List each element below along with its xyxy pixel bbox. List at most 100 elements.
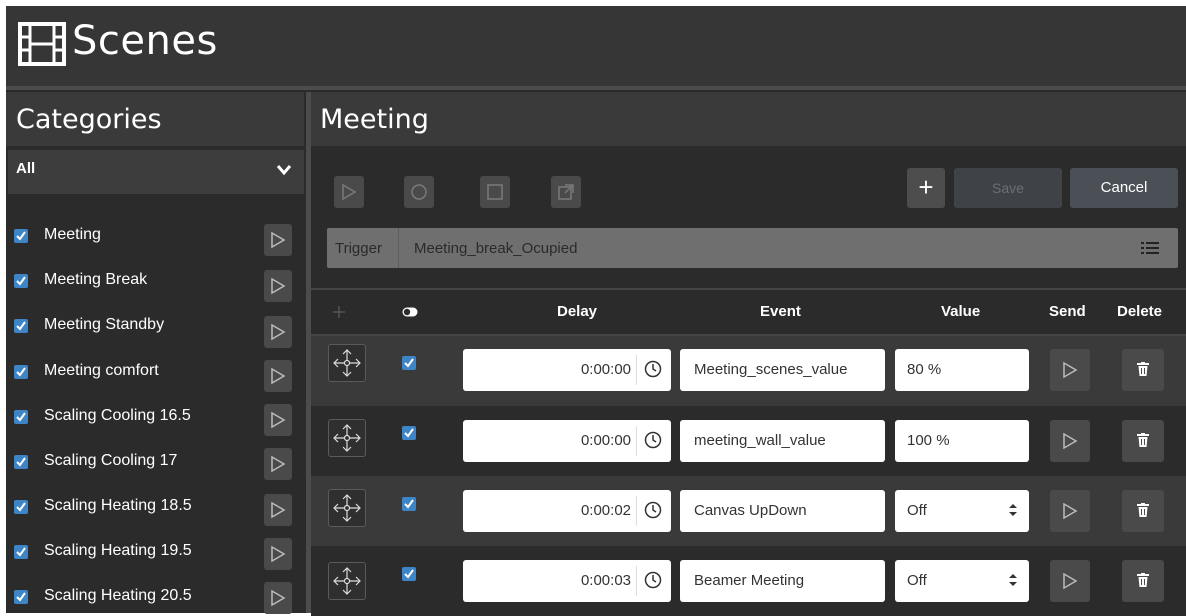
list-icon[interactable] bbox=[1140, 240, 1160, 256]
stop-button[interactable] bbox=[480, 176, 510, 208]
delay-divider bbox=[636, 426, 637, 456]
move-arrows-icon bbox=[333, 494, 361, 522]
category-play-button[interactable] bbox=[264, 538, 292, 570]
event-value: Canvas UpDown bbox=[694, 502, 807, 519]
table-row: 0:00:00 Meeting_scenes_value 80 % bbox=[311, 336, 1186, 406]
play-icon bbox=[1063, 432, 1078, 450]
row-enabled-checkbox[interactable] bbox=[402, 497, 416, 511]
category-play-button[interactable] bbox=[264, 448, 292, 480]
category-play-button[interactable] bbox=[264, 582, 292, 614]
category-checkbox[interactable] bbox=[14, 545, 28, 559]
send-button[interactable] bbox=[1050, 560, 1090, 602]
category-item[interactable]: Meeting Break bbox=[14, 268, 304, 296]
delay-input[interactable]: 0:00:00 bbox=[463, 420, 671, 462]
delete-button[interactable] bbox=[1122, 420, 1164, 462]
category-label: Meeting bbox=[44, 226, 101, 243]
event-input[interactable]: Meeting_scenes_value bbox=[680, 349, 885, 391]
category-play-button[interactable] bbox=[264, 224, 292, 256]
category-checkbox[interactable] bbox=[14, 455, 28, 469]
row-enabled-checkbox[interactable] bbox=[402, 356, 416, 370]
row-enabled-checkbox[interactable] bbox=[402, 426, 416, 440]
category-label: Scaling Cooling 17 bbox=[44, 452, 178, 469]
record-button[interactable] bbox=[404, 176, 434, 208]
category-item[interactable]: Meeting Standby bbox=[14, 313, 304, 341]
play-scene-button[interactable] bbox=[334, 176, 364, 208]
header-delete: Delete bbox=[1117, 303, 1163, 320]
category-checkbox[interactable] bbox=[14, 410, 28, 424]
category-filter-select[interactable] bbox=[8, 150, 304, 194]
header-event: Event bbox=[760, 303, 801, 320]
cancel-button[interactable]: Cancel bbox=[1070, 168, 1178, 208]
drag-handle[interactable] bbox=[328, 489, 366, 527]
trash-icon bbox=[1137, 433, 1149, 447]
value-input[interactable]: 80 % bbox=[895, 349, 1029, 391]
category-play-button[interactable] bbox=[264, 494, 292, 526]
header-value: Value bbox=[941, 303, 981, 320]
category-play-button[interactable] bbox=[264, 404, 292, 436]
category-label: Meeting comfort bbox=[44, 362, 159, 379]
send-button[interactable] bbox=[1050, 420, 1090, 462]
category-checkbox[interactable] bbox=[14, 229, 28, 243]
category-item[interactable]: Scaling Heating 18.5 bbox=[14, 494, 304, 522]
category-play-button[interactable] bbox=[264, 316, 292, 348]
category-item[interactable]: Meeting bbox=[14, 223, 304, 251]
record-icon bbox=[411, 184, 427, 200]
category-checkbox[interactable] bbox=[14, 500, 28, 514]
value-input[interactable]: 100 % bbox=[895, 420, 1029, 462]
drag-handle[interactable] bbox=[328, 419, 366, 457]
delay-divider bbox=[636, 355, 637, 385]
play-icon bbox=[1063, 361, 1078, 379]
clock-icon[interactable] bbox=[643, 359, 663, 379]
category-checkbox[interactable] bbox=[14, 319, 28, 333]
delay-value: 0:00:03 bbox=[580, 572, 631, 589]
clock-icon[interactable] bbox=[643, 570, 663, 590]
move-arrows-icon bbox=[333, 349, 361, 377]
stop-icon bbox=[487, 184, 503, 200]
category-checkbox[interactable] bbox=[14, 365, 28, 379]
clock-icon[interactable] bbox=[643, 500, 663, 520]
save-button[interactable]: Save bbox=[954, 168, 1062, 208]
event-input[interactable]: Beamer Meeting bbox=[680, 560, 885, 602]
category-item[interactable]: Scaling Cooling 16.5 bbox=[14, 404, 304, 432]
delay-value: 0:00:00 bbox=[580, 361, 631, 378]
delete-button[interactable] bbox=[1122, 349, 1164, 391]
clock-icon[interactable] bbox=[643, 430, 663, 450]
delay-input[interactable]: 0:00:03 bbox=[463, 560, 671, 602]
category-item[interactable]: Scaling Heating 20.5 bbox=[14, 584, 304, 612]
delete-button[interactable] bbox=[1122, 560, 1164, 602]
move-icon bbox=[333, 306, 345, 318]
category-item[interactable]: Meeting comfort bbox=[14, 359, 304, 387]
play-icon bbox=[1063, 502, 1078, 520]
drag-handle[interactable] bbox=[328, 562, 366, 600]
table-row: 0:00:03 Beamer Meeting Off bbox=[311, 546, 1186, 616]
event-value: Meeting_scenes_value bbox=[694, 361, 848, 378]
category-item[interactable]: Scaling Cooling 17 bbox=[14, 449, 304, 477]
chevron-down-icon bbox=[276, 165, 292, 176]
send-button[interactable] bbox=[1050, 349, 1090, 391]
category-play-button[interactable] bbox=[264, 360, 292, 392]
category-item[interactable]: Scaling Heating 19.5 bbox=[14, 539, 304, 567]
play-icon bbox=[271, 546, 286, 562]
value-select[interactable]: Off bbox=[895, 490, 1029, 532]
row-enabled-checkbox[interactable] bbox=[402, 567, 416, 581]
delay-input[interactable]: 0:00:02 bbox=[463, 490, 671, 532]
delete-button[interactable] bbox=[1122, 490, 1164, 532]
export-button[interactable] bbox=[551, 176, 581, 208]
category-label: Scaling Heating 19.5 bbox=[44, 542, 192, 559]
play-icon bbox=[271, 368, 286, 384]
select-caret-icon bbox=[1009, 504, 1017, 516]
category-checkbox[interactable] bbox=[14, 274, 28, 288]
category-label: Scaling Heating 18.5 bbox=[44, 497, 192, 514]
value-select[interactable]: Off bbox=[895, 560, 1029, 602]
event-input[interactable]: Canvas UpDown bbox=[680, 490, 885, 532]
add-event-button[interactable]: + bbox=[907, 168, 945, 208]
drag-handle[interactable] bbox=[328, 344, 366, 382]
category-label: Meeting Break bbox=[44, 271, 148, 288]
trash-icon bbox=[1137, 503, 1149, 517]
event-input[interactable]: meeting_wall_value bbox=[680, 420, 885, 462]
category-play-button[interactable] bbox=[264, 270, 292, 302]
send-button[interactable] bbox=[1050, 490, 1090, 532]
category-checkbox[interactable] bbox=[14, 590, 28, 604]
play-icon bbox=[271, 412, 286, 428]
delay-input[interactable]: 0:00:00 bbox=[463, 349, 671, 391]
